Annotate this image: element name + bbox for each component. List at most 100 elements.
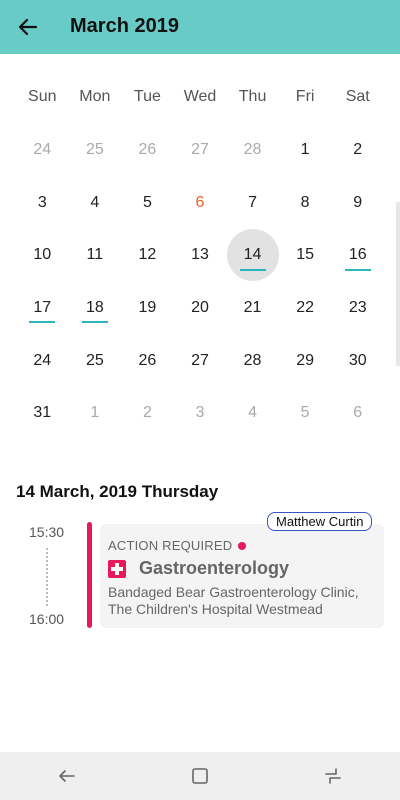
day-cell[interactable]: 16 [331, 229, 384, 282]
weekday-label: Fri [295, 88, 315, 105]
day-cell[interactable]: 4 [226, 387, 279, 440]
system-navigation-bar [0, 752, 400, 800]
day-cell[interactable]: 19 [121, 282, 174, 335]
day-cell[interactable]: 31 [16, 387, 69, 440]
page-title: March 2019 [70, 15, 179, 37]
day-cell[interactable]: 13 [174, 229, 227, 282]
day-cell[interactable]: 3 [174, 387, 227, 440]
weekday-label: Sat [345, 88, 370, 105]
day-cell[interactable]: 28 [226, 124, 279, 177]
day-number: 6 [195, 193, 205, 211]
day-number: 30 [348, 351, 367, 369]
back-button[interactable] [14, 13, 42, 41]
day-number: 19 [138, 299, 157, 317]
appointment-row: 15:30 16:00 ACTION REQUIRED Gastroentero… [0, 512, 400, 632]
day-cell[interactable]: 24 [16, 334, 69, 387]
screen: March 2019 Sun Mon Tue Wed Thu Fri Sat 24 25 26 2… [0, 0, 400, 800]
day-cell[interactable]: 2 [121, 387, 174, 440]
day-cell[interactable]: 17 [16, 282, 69, 335]
day-number: 24 [33, 141, 52, 159]
day-cell[interactable]: 21 [226, 282, 279, 335]
day-number: 10 [33, 246, 52, 264]
day-number: 25 [85, 141, 104, 159]
day-cell-today[interactable]: 6 [174, 177, 227, 230]
nav-back-icon [58, 770, 75, 782]
day-cell[interactable]: 24 [16, 124, 69, 177]
day-cell[interactable]: 10 [16, 229, 69, 282]
day-number: 18 [85, 299, 104, 317]
day-cell[interactable]: 9 [331, 177, 384, 230]
event-marker [29, 321, 56, 324]
day-number: 9 [353, 193, 363, 211]
day-number: 28 [243, 351, 262, 369]
day-cell[interactable]: 20 [174, 282, 227, 335]
day-cell[interactable]: 28 [226, 334, 279, 387]
nav-recents-button[interactable] [311, 754, 355, 798]
day-cell[interactable]: 3 [16, 177, 69, 230]
appointment-accent-bar [87, 522, 92, 628]
scroll-indicator[interactable] [396, 202, 400, 366]
day-number: 2 [353, 141, 363, 159]
day-cell[interactable]: 23 [331, 282, 384, 335]
appointment-card[interactable]: ACTION REQUIRED Gastroenterology Bandage… [100, 524, 384, 628]
day-cell[interactable]: 25 [69, 124, 122, 177]
day-cell[interactable]: 4 [69, 177, 122, 230]
selected-date-heading: 14 March, 2019 Thursday [16, 482, 219, 501]
day-cell[interactable]: 7 [226, 177, 279, 230]
day-number: 5 [300, 404, 310, 422]
day-cell[interactable]: 11 [69, 229, 122, 282]
day-cell[interactable]: 26 [121, 334, 174, 387]
day-cell[interactable]: 26 [121, 124, 174, 177]
hospital-cross-icon [108, 559, 126, 578]
status-label: ACTION REQUIRED [108, 538, 247, 553]
appointment-title-row: Gastroenterology [108, 558, 289, 579]
day-number: 16 [348, 246, 367, 264]
day-cell[interactable]: 12 [121, 229, 174, 282]
nav-home-button[interactable] [178, 754, 222, 798]
day-cell[interactable]: 5 [279, 387, 332, 440]
patient-name-chip[interactable]: Matthew Curtin [267, 512, 373, 531]
nav-home-icon [192, 768, 208, 784]
day-cell[interactable]: 27 [174, 334, 227, 387]
day-cell[interactable]: 5 [121, 177, 174, 230]
day-number: 4 [248, 404, 258, 422]
day-number: 17 [33, 299, 52, 317]
day-cell[interactable]: 1 [69, 387, 122, 440]
day-cell-selected[interactable]: 14 [226, 229, 279, 282]
day-number: 21 [243, 299, 262, 317]
day-cell[interactable]: 6 [331, 387, 384, 440]
day-number: 27 [191, 351, 209, 369]
day-number: 6 [353, 404, 363, 422]
event-marker [239, 268, 266, 271]
nav-back-button[interactable] [45, 754, 89, 798]
status-dot-icon [238, 541, 247, 550]
day-number: 7 [248, 193, 258, 211]
weekday-label: Mon [79, 88, 111, 105]
weekday-header: Sun Mon Tue Wed Thu Fri Sat [16, 70, 384, 124]
day-number: 4 [90, 193, 100, 211]
day-cell[interactable]: 29 [279, 334, 332, 387]
day-number: 29 [296, 351, 315, 369]
nav-recents-icon [325, 768, 342, 784]
day-cell[interactable]: 27 [174, 124, 227, 177]
day-number: 11 [86, 246, 104, 264]
event-marker [81, 321, 108, 324]
day-grid: 24 25 26 27 28 1 2 3 4 5 6 7 8 9 10 11 12 13 14 15 16 17 18 19 2… [16, 124, 384, 440]
day-number: 1 [90, 404, 100, 422]
day-cell[interactable]: 25 [69, 334, 122, 387]
day-cell[interactable]: 2 [331, 124, 384, 177]
weekday-label: Tue [133, 88, 161, 105]
start-time: 15:30 [29, 524, 65, 540]
weekday-label: Wed [183, 88, 217, 105]
day-cell[interactable]: 22 [279, 282, 332, 335]
day-cell[interactable]: 1 [279, 124, 332, 177]
day-cell[interactable]: 30 [331, 334, 384, 387]
day-number: 3 [37, 193, 47, 211]
weekday-label: Thu [238, 88, 267, 105]
day-cell[interactable]: 18 [69, 282, 122, 335]
day-cell[interactable]: 15 [279, 229, 332, 282]
status-text: ACTION REQUIRED [108, 538, 233, 553]
appointment-title: Gastroenterology [139, 558, 290, 578]
day-number: 13 [191, 246, 209, 264]
day-cell[interactable]: 8 [279, 177, 332, 230]
